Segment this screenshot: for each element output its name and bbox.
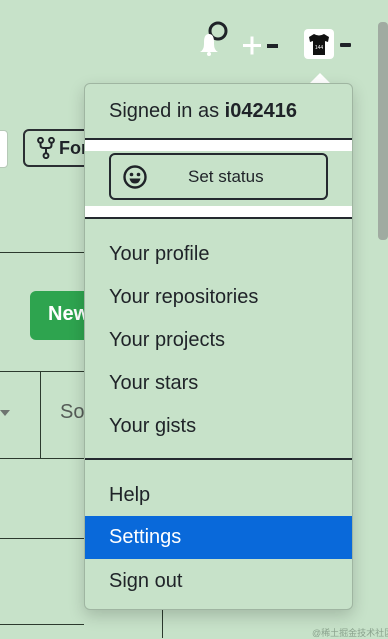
menu-item-your-repositories[interactable]: Your repositories (85, 276, 352, 319)
menu-item-your-profile[interactable]: Your profile (85, 233, 352, 276)
status-strip (85, 206, 352, 217)
plus-icon (243, 36, 278, 55)
username: i042416 (224, 100, 297, 122)
tshirt-icon: 144 (309, 34, 329, 55)
notifications-button[interactable] (196, 18, 232, 62)
user-dropdown-menu: Signed in as i042416 Set status Your pro… (84, 83, 353, 610)
search-input-edge[interactable] (0, 130, 8, 168)
smiley-icon (123, 164, 147, 189)
create-new-button[interactable] (242, 36, 282, 56)
divider-line (0, 538, 84, 539)
divider-line (0, 624, 84, 625)
divider-line (162, 608, 163, 638)
bell-icon (200, 21, 228, 56)
avatar: 144 (304, 29, 334, 59)
sort-label[interactable]: So (60, 401, 84, 424)
user-menu-button[interactable]: 144 (300, 27, 356, 63)
watermark: @稀土掘金技术社区 (312, 628, 388, 638)
menu-item-sign-out[interactable]: Sign out (85, 560, 352, 603)
divider-line (40, 372, 41, 458)
new-label: New (48, 303, 90, 325)
dropdown-pointer (310, 73, 330, 83)
divider-line (0, 458, 84, 459)
signed-in-header: Signed in as i042416 (109, 100, 297, 123)
caret-down-icon (340, 43, 351, 47)
menu-item-settings[interactable]: Settings (85, 516, 352, 559)
caret-down-icon (0, 410, 10, 416)
set-status-button[interactable]: Set status (109, 153, 328, 200)
menu-divider (85, 458, 352, 460)
scrollbar[interactable] (378, 22, 388, 240)
divider-line (0, 371, 84, 372)
fork-icon (37, 137, 55, 159)
menu-divider (85, 217, 352, 219)
set-status-label: Set status (188, 166, 264, 186)
avatar-number: 144 (315, 45, 324, 51)
menu-item-your-projects[interactable]: Your projects (85, 319, 352, 362)
status-strip (85, 140, 352, 151)
menu-item-your-gists[interactable]: Your gists (85, 405, 352, 448)
divider-line (0, 252, 84, 253)
signed-in-prefix: Signed in as (109, 100, 225, 122)
menu-item-your-stars[interactable]: Your stars (85, 362, 352, 405)
menu-item-help[interactable]: Help (85, 474, 352, 517)
